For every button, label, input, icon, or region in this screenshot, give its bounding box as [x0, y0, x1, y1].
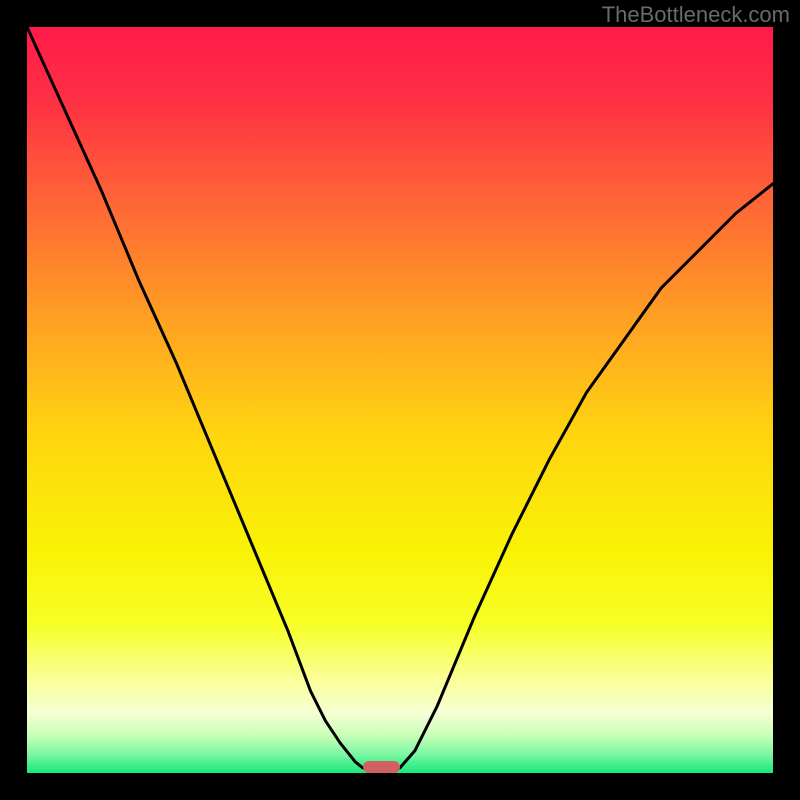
curve-left: [27, 27, 370, 771]
watermark-text: TheBottleneck.com: [602, 2, 790, 28]
plot-area: [27, 27, 773, 773]
curve-right: [393, 184, 773, 771]
bottleneck-marker: [363, 761, 400, 773]
curve-layer: [27, 27, 773, 773]
chart-container: TheBottleneck.com: [0, 0, 800, 800]
